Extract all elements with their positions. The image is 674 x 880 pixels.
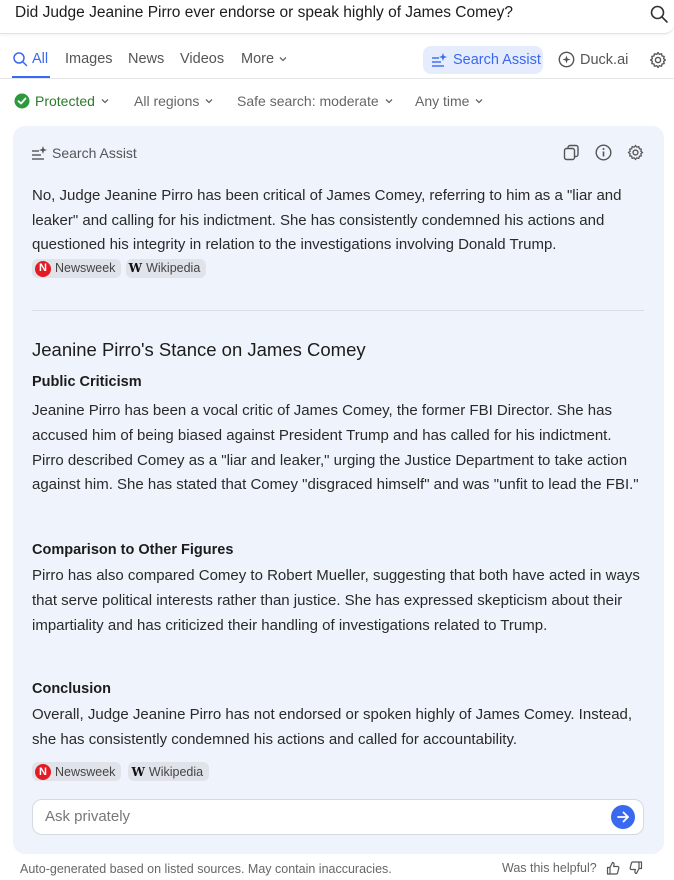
sparkle-list-icon: [32, 146, 47, 160]
tab-news-label: News: [128, 51, 165, 67]
section-body: Jeanine Pirro has been a vocal critic of…: [32, 402, 639, 494]
chevron-down-icon: [385, 99, 393, 104]
send-button[interactable]: [611, 805, 635, 829]
filter-bar: Protected All regions Safe search: moder…: [0, 88, 674, 116]
section-heading: Conclusion: [32, 681, 111, 697]
region-label: All regions: [134, 93, 200, 109]
info-icon[interactable]: [595, 144, 612, 161]
search-icon[interactable]: [649, 4, 669, 24]
source-wikipedia[interactable]: W Wikipedia: [125, 259, 207, 279]
disclaimer: Auto-generated based on listed sources. …: [20, 862, 392, 876]
tab-images[interactable]: Images: [65, 51, 113, 67]
duck-ai-button[interactable]: Duck.ai: [558, 51, 628, 68]
source-label: Newsweek: [55, 764, 116, 779]
source-label: Wikipedia: [146, 261, 201, 276]
time-label: Any time: [415, 93, 470, 109]
section-heading: Comparison to Other Figures: [32, 542, 234, 558]
tab-all-label: All: [32, 51, 49, 67]
chevron-down-icon: [279, 57, 287, 62]
active-tab-indicator: [12, 76, 50, 78]
thumbs-down-icon[interactable]: [629, 861, 643, 875]
search-assist-title: Search Assist: [52, 145, 137, 161]
arrow-right-icon: [617, 811, 629, 823]
search-tabs: All Images News Videos More Search Assis…: [0, 44, 674, 79]
newsweek-icon: N: [35, 260, 51, 277]
summary-text: No, Judge Jeanine Pirro has been critica…: [32, 187, 622, 253]
protected-label: Protected: [35, 93, 95, 109]
tab-images-label: Images: [65, 51, 113, 67]
section-body: Overall, Judge Jeanine Pirro has not end…: [32, 706, 633, 748]
source-newsweek[interactable]: N Newsweek: [32, 259, 122, 279]
chevron-down-icon: [101, 99, 109, 104]
source-wikipedia[interactable]: W Wikipedia: [128, 762, 210, 781]
tab-more-label: More: [241, 51, 275, 67]
copy-icon[interactable]: [563, 144, 580, 161]
check-circle-icon: [14, 93, 30, 109]
search-bar[interactable]: Did Judge Jeanine Pirro ever endorse or …: [0, 0, 674, 34]
tab-videos[interactable]: Videos: [180, 51, 224, 67]
wikipedia-icon: W: [128, 261, 143, 276]
safe-search-filter[interactable]: Safe search: moderate: [237, 93, 394, 109]
source-label: Wikipedia: [148, 764, 204, 779]
source-label: Newsweek: [55, 261, 116, 276]
wikipedia-icon: W: [131, 764, 145, 779]
time-filter[interactable]: Any time: [415, 93, 484, 109]
search-assist-card: Search Assist No, Judge Jeanine Pirro ha…: [13, 126, 664, 854]
tab-news[interactable]: News: [128, 51, 164, 67]
sparkle-list-icon: [432, 53, 447, 67]
gear-icon[interactable]: [627, 144, 644, 161]
duck-ai-label: Duck.ai: [580, 51, 629, 68]
region-filter[interactable]: All regions: [134, 93, 214, 109]
source-newsweek[interactable]: N Newsweek: [32, 762, 122, 781]
sources-row: N Newsweek W Wikipedia: [32, 762, 210, 782]
divider: [32, 310, 644, 311]
search-query[interactable]: Did Judge Jeanine Pirro ever endorse or …: [15, 4, 513, 22]
ask-placeholder: Ask privately: [45, 808, 131, 825]
gear-icon[interactable]: [649, 51, 667, 69]
search-assist-header: Search Assist: [31, 145, 137, 161]
duck-ai-icon: [558, 51, 575, 68]
section-heading: Public Criticism: [32, 374, 142, 390]
answer-title: Jeanine Pirro's Stance on James Comey: [32, 339, 366, 360]
tab-more[interactable]: More: [241, 51, 288, 67]
safe-search-label: Safe search: moderate: [237, 93, 379, 109]
thumbs-up-icon[interactable]: [606, 861, 620, 875]
section-body: Pirro has also compared Comey to Robert …: [32, 567, 640, 634]
card-actions: [563, 144, 644, 161]
newsweek-icon: N: [35, 763, 51, 780]
tab-videos-label: Videos: [180, 51, 225, 67]
chevron-down-icon: [205, 99, 213, 104]
search-icon: [13, 52, 28, 67]
feedback: Was this helpful?: [502, 861, 643, 875]
tab-all[interactable]: All: [12, 51, 48, 67]
helpful-label: Was this helpful?: [502, 861, 597, 875]
ask-privately-input[interactable]: Ask privately: [32, 799, 644, 835]
protected-filter[interactable]: Protected: [14, 93, 110, 109]
assist-summary: No, Judge Jeanine Pirro has been critica…: [32, 184, 646, 282]
chevron-down-icon: [476, 99, 483, 104]
search-assist-button[interactable]: Search Assist: [423, 46, 543, 74]
search-assist-label: Search Assist: [453, 52, 541, 68]
